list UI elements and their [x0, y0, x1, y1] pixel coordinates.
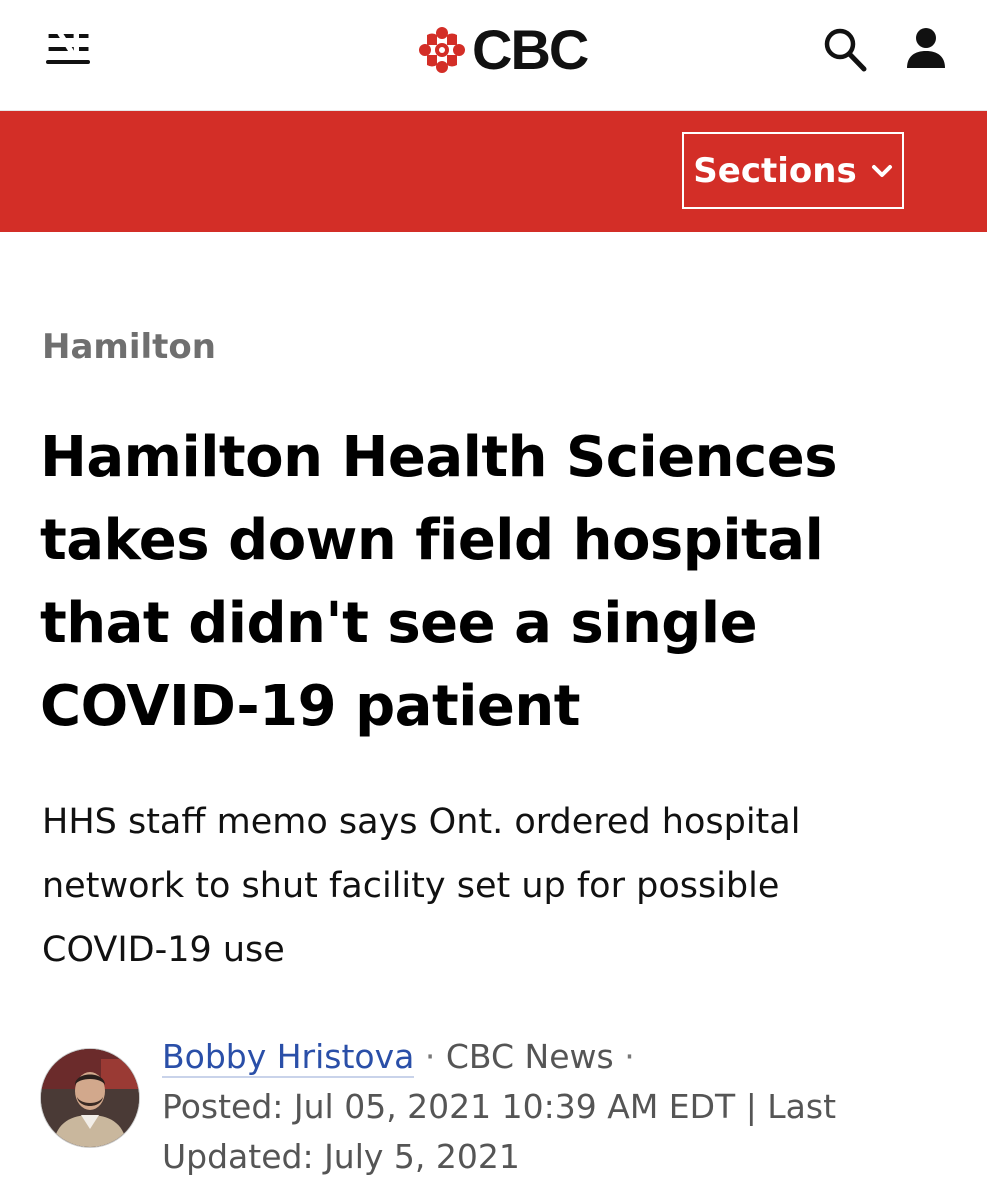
headline: Hamilton Health Sciences takes down fiel… [40, 425, 838, 739]
sections-label: Sections [693, 150, 857, 191]
news-section-bar: NEWS Sections [0, 3, 987, 232]
author-link[interactable]: Bobby Hristova [162, 1037, 415, 1078]
author-avatar[interactable] [40, 1048, 140, 1148]
posted-timestamp: Posted: Jul 05, 2021 10:39 AM EDT | Last… [162, 1087, 837, 1176]
news-title[interactable]: NEWS [38, 3, 227, 67]
article-deck: HHS staff memo says Ont. ordered hospita… [42, 802, 801, 970]
byline: Bobby Hristova · CBC News · Posted: Jul … [40, 1032, 940, 1176]
avatar-photo [41, 1049, 139, 1147]
outlet-name: CBC News [445, 1037, 614, 1076]
cbc-logo[interactable]: CBC [418, 18, 589, 81]
search-icon[interactable] [822, 26, 868, 74]
byline-meta: Bobby Hristova · CBC News · Posted: Jul … [162, 1032, 942, 1182]
user-icon[interactable] [905, 26, 947, 70]
cbc-gem-icon [419, 27, 465, 73]
sections-dropdown-button[interactable]: Sections [682, 132, 904, 209]
category-label[interactable]: Hamilton [42, 327, 216, 367]
brand-wordmark: CBC [472, 18, 589, 81]
byline-separator: · [424, 1037, 436, 1076]
byline-separator-trailing: · [624, 1037, 635, 1076]
chevron-down-icon [871, 164, 892, 177]
